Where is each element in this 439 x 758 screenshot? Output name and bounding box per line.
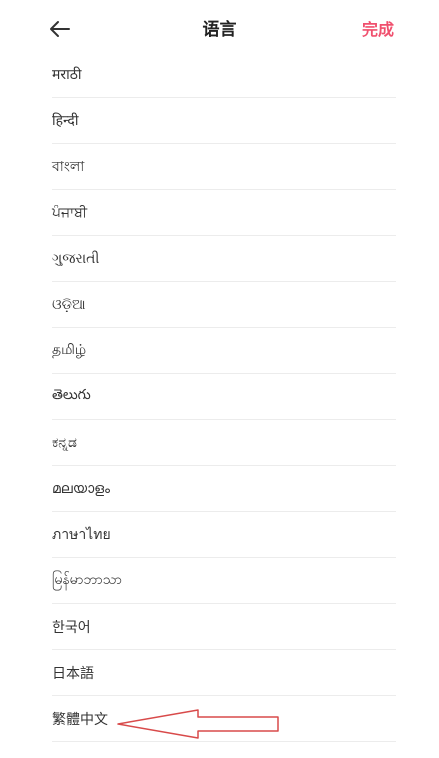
language-label: ಕನ್ನಡ bbox=[52, 434, 77, 451]
language-item-korean[interactable]: 한국어 bbox=[52, 604, 396, 650]
language-item-marathi[interactable]: मराठी bbox=[52, 52, 396, 98]
language-label: ગુજરાતી bbox=[52, 250, 100, 267]
language-label: မြန်မာဘာသာ bbox=[52, 572, 122, 588]
language-item-hindi[interactable]: हिन्दी bbox=[52, 98, 396, 144]
language-item-odia[interactable]: ଓଡ଼ିଆ bbox=[52, 282, 396, 328]
language-label: 한국어 bbox=[52, 619, 91, 636]
language-label: मराठी bbox=[52, 67, 82, 83]
language-item-japanese[interactable]: 日本語 bbox=[52, 650, 396, 696]
language-item-gujarati[interactable]: ગુજરાતી bbox=[52, 236, 396, 282]
language-label: বাংলা bbox=[52, 158, 85, 175]
done-button[interactable]: 完成 bbox=[362, 19, 394, 41]
language-label: മലയാളം bbox=[52, 480, 111, 497]
language-label: தமிழ் bbox=[52, 341, 87, 358]
language-item-tamil[interactable]: தமிழ் bbox=[52, 328, 396, 374]
language-label: हिन्दी bbox=[52, 113, 79, 129]
language-item-malayalam[interactable]: മലയാളം bbox=[52, 466, 396, 512]
language-label: 日本語 bbox=[52, 665, 94, 682]
language-item-bengali[interactable]: বাংলা bbox=[52, 144, 396, 190]
language-label: 繁體中文 bbox=[52, 711, 108, 728]
language-label: ଓଡ଼ିଆ bbox=[52, 296, 86, 313]
language-item-thai[interactable]: ภาษาไทย bbox=[52, 512, 396, 558]
language-item-burmese[interactable]: မြန်မာဘာသာ bbox=[52, 558, 396, 604]
language-item-traditional-chinese[interactable]: 繁體中文 bbox=[52, 696, 396, 742]
top-bar: 语言 完成 bbox=[0, 0, 439, 55]
language-list: मराठी हिन्दी বাংলা ਪੰਜਾਬੀ ગુજરાતી ଓଡ଼ିଆ … bbox=[52, 52, 396, 742]
language-item-punjabi[interactable]: ਪੰਜਾਬੀ bbox=[52, 190, 396, 236]
language-item-telugu[interactable]: తెలుగు bbox=[52, 374, 396, 420]
language-item-kannada[interactable]: ಕನ್ನಡ bbox=[52, 420, 396, 466]
language-label: ภาษาไทย bbox=[52, 526, 111, 543]
language-label: ਪੰਜਾਬੀ bbox=[52, 204, 88, 221]
language-label: తెలుగు bbox=[52, 387, 91, 403]
